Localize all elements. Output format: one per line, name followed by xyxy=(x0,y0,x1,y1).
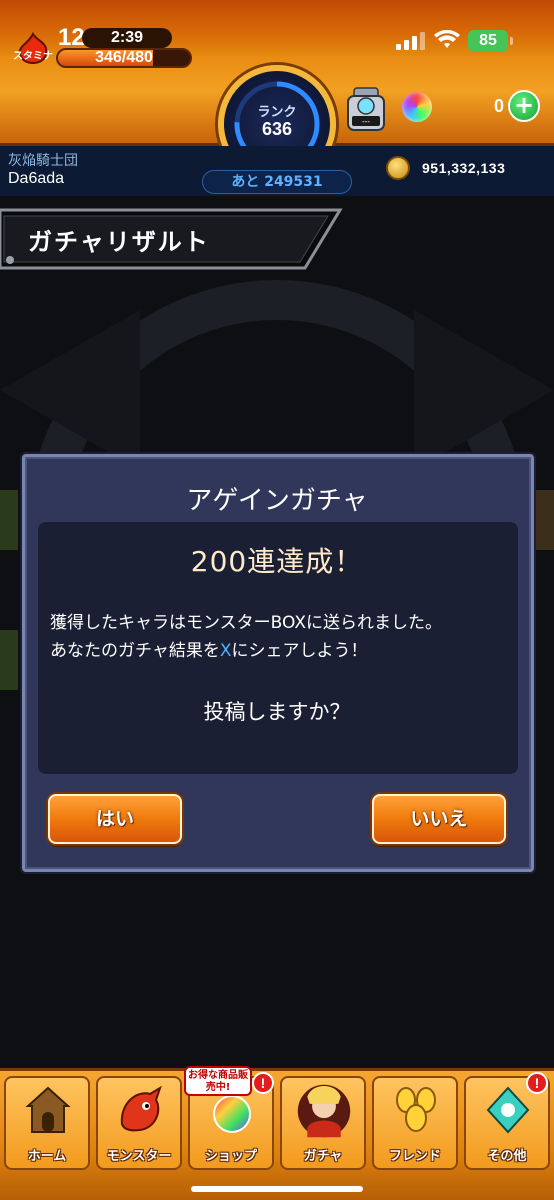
home-indicator xyxy=(191,1186,363,1192)
other-alert-badge: ! xyxy=(526,1072,548,1094)
stamina-timer: 2:39 xyxy=(82,28,172,48)
nav-monster[interactable]: モンスター xyxy=(96,1076,182,1170)
next-rank-exp: あと 249531 xyxy=(202,170,352,194)
stamina-value: 346/480 xyxy=(95,49,153,66)
nav-friend[interactable]: フレンド xyxy=(372,1076,458,1170)
monster-box-icon[interactable]: --- xyxy=(346,86,386,132)
page-title: ガチャリザルト xyxy=(28,228,210,256)
dialog-title: アゲインガチャ xyxy=(186,486,368,516)
svg-text:---: --- xyxy=(362,117,370,126)
dialog-message-line-2-after: にシェアしよう！ xyxy=(231,641,368,661)
nav-gacha[interactable]: ガチャ xyxy=(280,1076,366,1170)
rank-value: 636 xyxy=(261,119,293,139)
wifi-icon xyxy=(434,30,460,48)
dialog-question: 投稿しますか？ xyxy=(203,700,351,724)
stamina-icon: スタミナ xyxy=(13,32,53,64)
friend-icon xyxy=(396,1087,436,1132)
nav-label-shop: ショップ xyxy=(204,1149,257,1164)
svg-text:スタミナ: スタミナ xyxy=(13,50,53,62)
player-name: Da6ada xyxy=(8,170,65,187)
orb-icon xyxy=(402,92,432,122)
no-button[interactable]: いいえ xyxy=(372,794,506,844)
dialog-message-line-2: あなたのガチャ結果をXにシェアしよう！ xyxy=(50,636,368,661)
shop-alert-badge: ! xyxy=(252,1072,274,1094)
nav-label-friend: フレンド xyxy=(388,1149,441,1164)
dialog-message-line-2-before: あなたのガチャ結果を xyxy=(50,641,220,661)
buy-orbs-button[interactable]: + xyxy=(508,90,540,122)
orb-count: 0 xyxy=(493,96,504,116)
rank-label: ランク xyxy=(257,105,297,120)
nav-home[interactable]: ホーム xyxy=(4,1076,90,1170)
shop-promo-tag: お得な商品販売中! xyxy=(184,1066,252,1096)
stamina-bar: 346/480 xyxy=(56,48,192,68)
nav-label-home: ホーム xyxy=(27,1149,67,1164)
gacha-icon xyxy=(297,1084,351,1138)
dialog-message-line-1: 獲得したキャラはモンスターBOXに送られました。 xyxy=(50,613,442,633)
yes-button[interactable]: はい xyxy=(48,794,182,844)
nav-label-other: その他 xyxy=(487,1149,527,1164)
home-icon xyxy=(25,1086,71,1133)
monster-icon xyxy=(120,1085,162,1132)
battery-indicator: 85 xyxy=(468,30,513,52)
guild-name: 灰焔騎士団 xyxy=(8,153,78,169)
nav-label-gacha: ガチャ xyxy=(303,1149,343,1164)
nav-label-monster: モンスター xyxy=(106,1149,172,1164)
x-brand-text: X xyxy=(219,641,232,661)
dialog-headline: 200連達成！ xyxy=(190,545,364,578)
other-icon xyxy=(486,1086,530,1134)
cell-signal-icon xyxy=(396,32,425,50)
coin-icon xyxy=(386,156,410,180)
coin-count: 951,332,133 xyxy=(422,160,506,176)
